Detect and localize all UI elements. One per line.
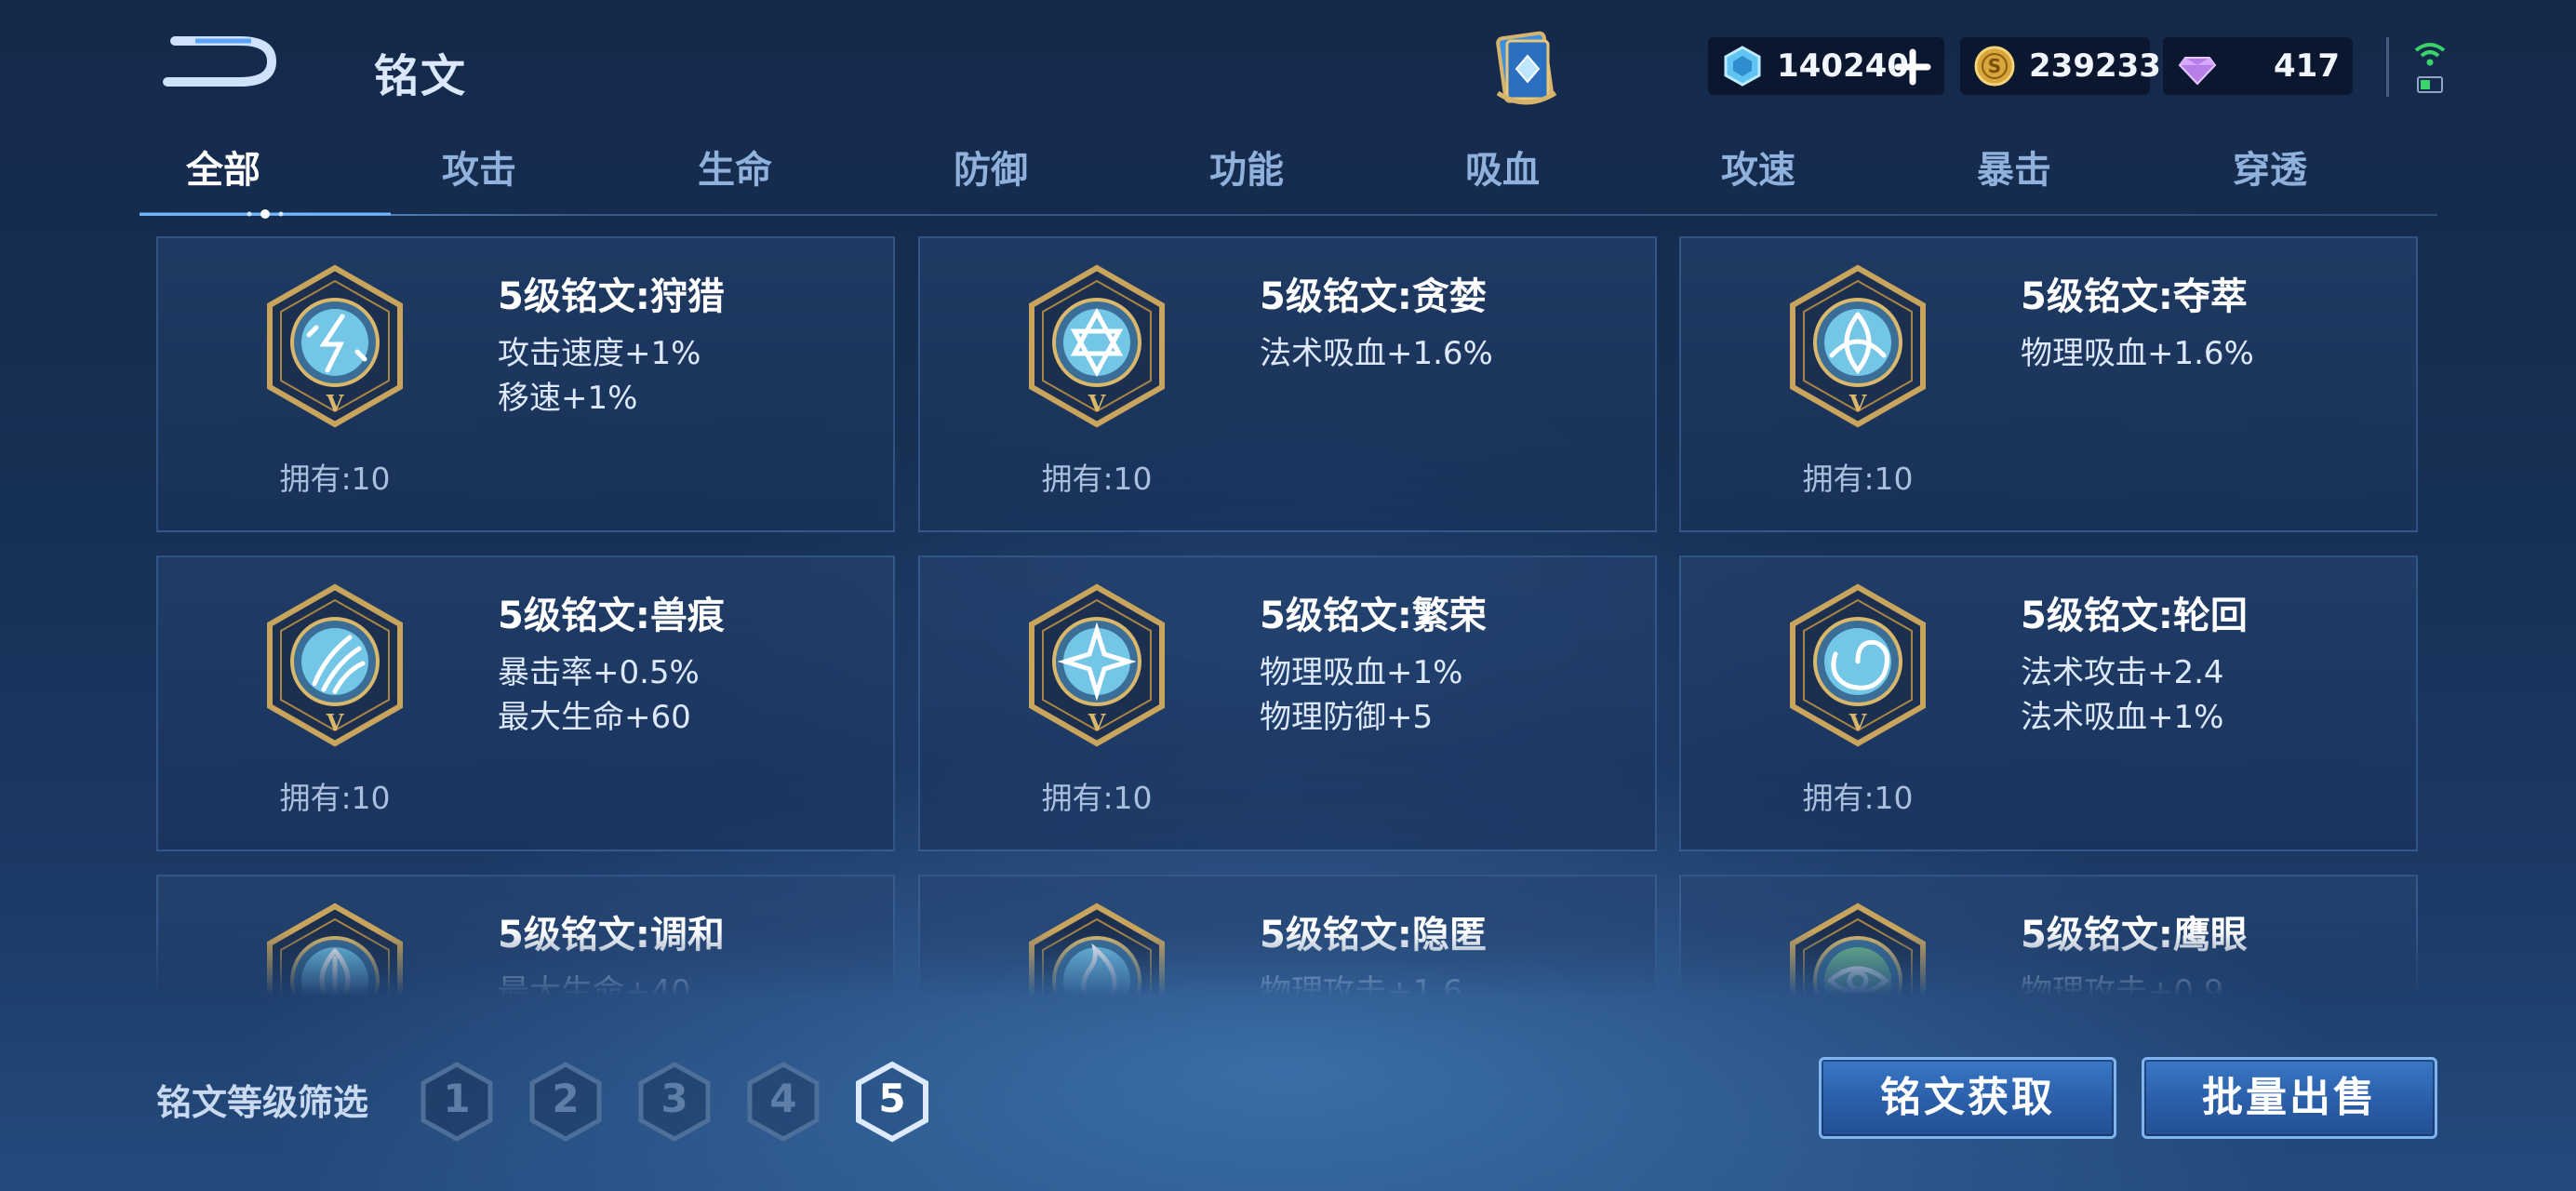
inscription-grid: V 5级铭文:狩猎 攻击速度+1% 移速+1% 拥有:10 V 5级铭文:贪婪 …	[0, 0, 2576, 1171]
inscription-name: 5级铭文:狩猎	[498, 275, 725, 318]
level-filter-label: 铭文等级筛选	[156, 1082, 369, 1123]
claw-emblem-icon: V	[260, 582, 409, 749]
inscription-name: 5级铭文:贪婪	[1260, 275, 1487, 318]
level-filter-5[interactable]: 5	[855, 1061, 929, 1143]
owned-count: 拥有:10	[279, 461, 391, 497]
level-filter-4[interactable]: 4	[746, 1061, 821, 1143]
eye-emblem-icon: V	[1783, 901, 1932, 1068]
star-emblem-icon: V	[1022, 582, 1171, 749]
owned-count: 拥有:10	[1041, 780, 1153, 816]
inscription-attribute: 物理攻击+0.9	[2021, 973, 2224, 1010]
lightning-emblem-icon: V	[260, 262, 409, 430]
svg-text:V: V	[1088, 1028, 1106, 1055]
level-number: 3	[661, 1076, 688, 1121]
inscription-card[interactable]: V 5级铭文:贪婪 法术吸血+1.6% 拥有:10	[918, 236, 1657, 532]
inscription-attribute: 物理防御+5	[1260, 699, 1434, 736]
inscription-card[interactable]: V 5级铭文:夺萃 物理吸血+1.6% 拥有:10	[1679, 236, 2418, 532]
svg-text:V: V	[326, 709, 344, 736]
inscription-name: 5级铭文:鹰眼	[2021, 914, 2248, 957]
svg-text:V: V	[1088, 390, 1106, 417]
svg-text:V: V	[1849, 390, 1867, 417]
inscription-attribute: 最大生命+60	[498, 699, 691, 736]
level-number: 4	[769, 1076, 797, 1121]
owned-count: 拥有:10	[1802, 461, 1914, 497]
inscription-attribute: 最大生命+40	[498, 973, 691, 1010]
swirl-emblem-icon: V	[1783, 582, 1932, 749]
inscription-name: 5级铭文:繁荣	[1260, 595, 1487, 637]
inscription-card[interactable]: V 5级铭文:轮回 法术攻击+2.4 法术吸血+1% 拥有:10	[1679, 555, 2418, 851]
inscription-attribute: 物理攻击+1.6	[1260, 973, 1463, 1010]
leaf-emblem-icon: V	[260, 901, 409, 1068]
inscription-attribute: 暴击率+0.5%	[498, 654, 700, 691]
svg-text:V: V	[1849, 709, 1867, 736]
owned-count: 拥有:10	[1041, 461, 1153, 497]
svg-text:V: V	[326, 1028, 344, 1055]
level-number: 5	[878, 1076, 906, 1121]
svg-text:V: V	[1088, 709, 1106, 736]
hexagram-emblem-icon: V	[1022, 262, 1171, 430]
inscription-card[interactable]: V 5级铭文:狩猎 攻击速度+1% 移速+1% 拥有:10	[156, 236, 895, 532]
svg-text:V: V	[326, 390, 344, 417]
svg-text:V: V	[1849, 1028, 1867, 1055]
bulk-sell-button[interactable]: 批量出售	[2142, 1057, 2437, 1139]
inscription-attribute: 法术吸血+1%	[2021, 699, 2224, 736]
triquetra-emblem-icon: V	[1783, 262, 1932, 430]
inscription-attribute: 移速+1%	[498, 380, 638, 417]
level-filter-1[interactable]: 1	[420, 1061, 494, 1143]
inscription-name: 5级铭文:隐匿	[1260, 914, 1487, 957]
inscription-attribute: 物理吸血+1%	[1260, 654, 1463, 691]
inscription-card[interactable]: V 5级铭文:隐匿 物理攻击+1.6	[918, 875, 1657, 1171]
inscription-attribute: 法术吸血+1.6%	[1260, 335, 1493, 372]
level-filter-2[interactable]: 2	[528, 1061, 603, 1143]
inscription-name: 5级铭文:兽痕	[498, 595, 725, 637]
inscription-card[interactable]: V 5级铭文:兽痕 暴击率+0.5% 最大生命+60 拥有:10	[156, 555, 895, 851]
inscription-name: 5级铭文:轮回	[2021, 595, 2248, 637]
inscription-name: 5级铭文:夺萃	[2021, 275, 2248, 318]
owned-count: 拥有:10	[279, 780, 391, 816]
level-filter-3[interactable]: 3	[637, 1061, 712, 1143]
inscription-name: 5级铭文:调和	[498, 914, 725, 957]
acquire-inscription-button[interactable]: 铭文获取	[1819, 1057, 2116, 1139]
inscription-card[interactable]: V 5级铭文:繁荣 物理吸血+1% 物理防御+5 拥有:10	[918, 555, 1657, 851]
inscription-attribute: 物理吸血+1.6%	[2021, 335, 2254, 372]
inscription-attribute: 法术攻击+2.4	[2021, 654, 2224, 691]
level-number: 1	[443, 1076, 471, 1121]
inscription-attribute: 攻击速度+1%	[498, 335, 701, 372]
level-number: 2	[552, 1076, 580, 1121]
owned-count: 拥有:10	[1802, 780, 1914, 816]
flame-emblem-icon: V	[1022, 901, 1171, 1068]
